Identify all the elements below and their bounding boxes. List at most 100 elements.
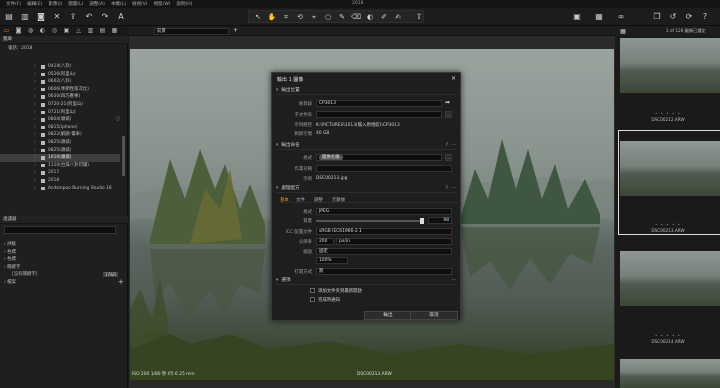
output-tab-icon[interactable]: ▤ — [98, 27, 107, 35]
quality-value[interactable]: 98 — [428, 217, 452, 224]
session-row[interactable]: 會話：2018 — [0, 45, 120, 53]
export-icon[interactable]: ⇪ — [68, 12, 78, 22]
resolution-unit-select[interactable]: px/in — [336, 238, 452, 245]
tree-item[interactable]: › 0804(頭城) — [0, 116, 120, 124]
tree-item[interactable]: › 0825(頭城) — [0, 139, 120, 147]
spot-icon[interactable]: ○ — [323, 12, 333, 22]
tab-adjust[interactable]: 調整 — [314, 197, 323, 203]
filter-keyword-row[interactable]: › 關鍵字 — [4, 264, 124, 272]
filter-rating-row[interactable]: › 評級 — [4, 241, 124, 249]
grid-icon[interactable]: ▦ — [594, 12, 604, 22]
subfolder-browse-button[interactable]: … — [445, 111, 452, 118]
picker-icon[interactable]: ✐ — [379, 12, 389, 22]
tree-item[interactable]: › 0720-21(阿里山) — [0, 101, 120, 109]
tree-item[interactable]: › 0606(季節性第次比) — [0, 86, 120, 94]
thumbnail-2[interactable] — [620, 251, 720, 306]
thumbnail-0[interactable] — [620, 38, 720, 93]
tree-item[interactable]: › Acdsmpoo Burning Studio 16 — [0, 185, 120, 193]
format-browse-button[interactable]: … — [445, 154, 452, 161]
detail-tab-icon[interactable]: △ — [74, 27, 83, 35]
exposure-tab-icon[interactable]: ◐ — [38, 27, 47, 35]
close-icon[interactable]: ✕ — [451, 75, 456, 82]
section-recipe[interactable]: ▾ 處理配方? ⋯ — [276, 185, 458, 193]
filter-search-input[interactable] — [4, 226, 116, 234]
help-icon[interactable]: ? — [700, 12, 710, 22]
tree-item[interactable]: › 2017 — [0, 169, 120, 177]
resolution-input[interactable]: 200 — [316, 238, 334, 245]
output-button[interactable]: 輸出 — [364, 311, 412, 320]
thumbnail-1[interactable] — [620, 141, 720, 196]
tab-metadata[interactable]: 元數據 — [332, 197, 345, 203]
open-with-select[interactable]: 無 — [316, 268, 452, 275]
tree-item[interactable]: › 0602(八卦) — [0, 78, 120, 86]
upload-icon[interactable]: ⇧ — [414, 12, 424, 22]
menu-layer[interactable]: 圖層(L) — [68, 1, 83, 7]
scale-value-input[interactable]: 100% — [316, 257, 348, 264]
cancel-button[interactable]: 取消 — [410, 311, 458, 320]
keystone-icon[interactable]: ⌖ — [309, 12, 319, 22]
menu-file[interactable]: 文件(F) — [6, 1, 21, 7]
favorite-heart-icon[interactable]: ♡ — [115, 116, 120, 123]
quality-slider[interactable] — [316, 218, 424, 224]
library-section-header[interactable]: 圖庫 — [0, 36, 128, 44]
redo-icon[interactable]: ↷ — [100, 12, 110, 22]
annotate-icon[interactable]: ✍ — [393, 12, 403, 22]
tree-item[interactable]: › 1110(台灣八卦印講) — [0, 162, 120, 170]
rotate-icon[interactable]: ⟲ — [295, 12, 305, 22]
tree-item[interactable]: › 0414(八卦) — [0, 63, 120, 71]
refresh-icon[interactable]: ⟳ — [684, 12, 694, 22]
section-location[interactable]: ▾ 輸出位置 — [276, 87, 458, 95]
tree-item[interactable]: › 0815(iphone) — [0, 124, 120, 132]
tree-item[interactable]: › 0822(解題-電車) — [0, 131, 120, 139]
local-tab-icon[interactable]: ▥ — [86, 27, 95, 35]
composition-tab-icon[interactable]: ▣ — [62, 27, 71, 35]
tree-item[interactable]: › 0721(阿里山) — [0, 109, 120, 117]
tree-item-selected[interactable]: › 1010(頭城) — [0, 154, 120, 162]
filter-section-header[interactable]: 過濾器 — [0, 216, 128, 224]
tree-item[interactable]: › 0630(四巧應事) — [0, 93, 120, 101]
filter-colortag-row[interactable]: › 色標 — [4, 249, 124, 257]
brush-icon[interactable]: ✎ — [337, 12, 347, 22]
pointer-icon[interactable]: ↖ — [253, 12, 263, 22]
filter-colortag2-row[interactable]: › 色標 — [4, 256, 124, 264]
preset-select[interactable]: 前景 — [154, 27, 229, 35]
opt-notify-checkbox[interactable] — [310, 297, 315, 302]
naming-format-input[interactable]: 圖像名稱 — [316, 154, 442, 161]
gradient-icon[interactable]: ◐ — [365, 12, 375, 22]
scale-mode-select[interactable]: 固定 — [316, 248, 452, 255]
thumbnail-view-icon[interactable]: ▦ — [618, 27, 628, 37]
opt-add-folder-checkbox[interactable] — [310, 288, 315, 293]
crop-icon[interactable]: ⌗ — [281, 12, 291, 22]
tab-file[interactable]: 文件 — [296, 197, 305, 203]
tree-item[interactable]: › 0526(阿里山) — [0, 71, 120, 79]
file-format-select[interactable]: JPEG — [316, 208, 452, 215]
color-tab-icon[interactable]: ◍ — [26, 27, 35, 35]
library-tab-icon[interactable]: ▭ — [2, 27, 11, 35]
icc-select[interactable]: sRGB IEC61966-2.1 — [316, 228, 452, 235]
batch-tab-icon[interactable]: ▦ — [110, 27, 119, 35]
delete-icon[interactable]: ✕ — [52, 12, 62, 22]
menu-local[interactable]: 本機(L) — [111, 1, 126, 7]
image-name-token[interactable]: 圖像名稱 — [319, 155, 343, 160]
root-select[interactable]: CP3013 — [316, 100, 442, 107]
add-filter-icon[interactable]: + — [118, 278, 124, 286]
reset-icon[interactable]: ↺ — [668, 12, 678, 22]
tree-scrollbar[interactable] — [122, 136, 125, 176]
tree-item[interactable]: › 2018 — [0, 177, 120, 185]
menu-view[interactable]: 檢視(V) — [132, 1, 148, 7]
rating-dots[interactable]: • • • • • — [616, 222, 720, 227]
section-naming[interactable]: ▾ 輸出命名? ⋯ — [276, 142, 458, 150]
thumbnail-3[interactable] — [620, 359, 720, 388]
menu-edit[interactable]: 編輯(E) — [27, 1, 42, 7]
rating-dots[interactable]: • • • • • — [616, 111, 720, 116]
menu-image[interactable]: 影像(I) — [48, 1, 62, 7]
exposure-warn-icon[interactable]: ▣ — [572, 12, 582, 22]
import-icon[interactable]: ▤ — [4, 12, 14, 22]
tree-item[interactable]: › 0825(頭城) — [0, 147, 120, 155]
job-name-input[interactable] — [316, 165, 452, 172]
text-icon[interactable]: A — [116, 12, 126, 22]
menu-window[interactable]: 視窗(W) — [154, 1, 171, 7]
copy-icon[interactable]: ❐ — [652, 12, 662, 22]
eraser-icon[interactable]: ⌫ — [351, 12, 361, 22]
menu-help[interactable]: 說明(H) — [177, 1, 193, 7]
